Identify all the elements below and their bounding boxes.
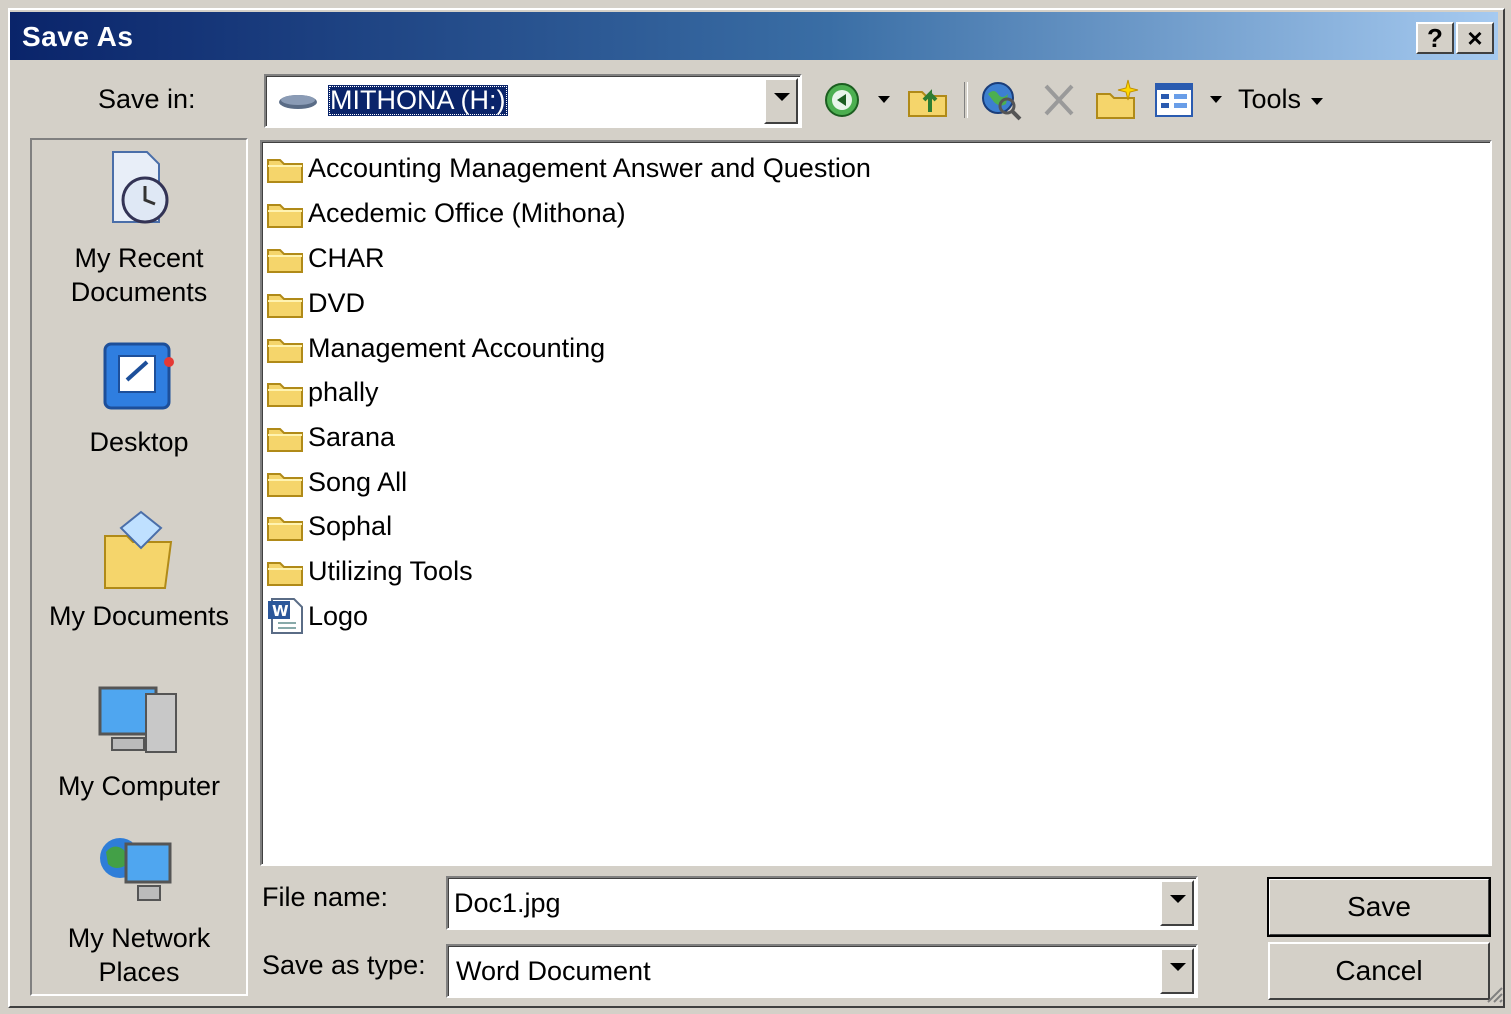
back-dropdown-icon[interactable] (874, 94, 894, 106)
folder-icon (267, 204, 303, 228)
place-my-documents[interactable]: My Documents (32, 508, 246, 633)
place-label: My Computer (57, 771, 221, 801)
resize-grip-icon[interactable] (1484, 984, 1504, 1004)
save-in-dropdown[interactable]: MITHONA (H:) (264, 74, 802, 128)
views-icon[interactable] (1154, 82, 1196, 120)
list-item[interactable]: Song All (266, 462, 407, 502)
list-item[interactable]: Management Accounting (266, 328, 605, 368)
folder-icon (267, 383, 303, 407)
save-as-type-value: Word Document (456, 956, 651, 986)
folder-icon (267, 339, 303, 363)
my-computer-icon (98, 686, 177, 753)
place-label: Desktop (89, 427, 189, 457)
place-desktop[interactable]: Desktop (32, 336, 246, 459)
list-item[interactable]: DVD (266, 283, 365, 323)
my-documents-icon (104, 510, 173, 589)
tools-menu-label: Tools (1238, 84, 1302, 114)
place-my-network-places[interactable]: My Network Places (32, 830, 246, 989)
title-bar[interactable]: Save As ? × (10, 12, 1498, 60)
list-item[interactable]: CHAR (266, 238, 385, 278)
up-folder-icon[interactable] (906, 80, 950, 120)
chevron-down-icon (1311, 98, 1324, 105)
new-folder-icon[interactable] (1094, 78, 1140, 122)
place-label: My Network Places (67, 923, 211, 987)
file-name-dropdown-button[interactable] (1160, 880, 1194, 926)
cancel-button[interactable]: Cancel (1268, 942, 1490, 1000)
toolbar-separator (964, 82, 968, 118)
folder-icon (267, 428, 303, 452)
back-icon[interactable] (824, 82, 864, 118)
desktop-icon (103, 342, 174, 410)
folder-icon (267, 562, 303, 586)
list-item[interactable]: Utilizing Tools (266, 551, 473, 591)
recent-documents-icon (112, 151, 169, 224)
folder-icon (267, 517, 303, 541)
place-my-computer[interactable]: My Computer (32, 680, 246, 803)
views-dropdown-icon[interactable] (1206, 94, 1226, 106)
folder-icon (267, 159, 303, 183)
list-item[interactable]: Sarana (266, 417, 395, 457)
list-item[interactable]: Acedemic Office (Mithona) (266, 193, 626, 233)
search-web-icon[interactable] (980, 80, 1024, 122)
save-button[interactable]: Save (1267, 877, 1491, 937)
tools-menu[interactable]: Tools (1238, 84, 1327, 115)
places-bar: My Recent Documents Desktop My Documents… (30, 138, 248, 996)
folder-icon (267, 473, 303, 497)
folder-icon (267, 294, 303, 318)
drive-icon (279, 95, 317, 109)
list-item[interactable]: phally (266, 372, 379, 412)
file-list[interactable]: Accounting Management Answer and Questio… (260, 140, 1492, 866)
folder-icon (267, 249, 303, 273)
save-in-label: Save in: (98, 84, 196, 114)
save-as-type-dropdown[interactable]: Word Document (446, 944, 1198, 998)
file-name-value: Doc1.jpg (454, 888, 561, 918)
network-places-icon (100, 838, 172, 901)
list-item[interactable]: Accounting Management Answer and Questio… (266, 148, 871, 188)
list-item[interactable]: Sophal (266, 506, 392, 546)
word-document-icon: W (268, 598, 303, 634)
list-item[interactable]: W Logo (266, 596, 368, 636)
window-title: Save As (22, 21, 134, 52)
file-name-label: File name: (262, 882, 389, 912)
place-label: My Documents (48, 601, 230, 631)
place-label: My Recent Documents (70, 243, 208, 307)
place-my-recent-documents[interactable]: My Recent Documents (32, 146, 246, 309)
delete-icon[interactable] (1040, 82, 1078, 118)
save-as-type-label: Save as type: (262, 950, 426, 980)
close-button[interactable]: × (1456, 22, 1494, 54)
save-as-type-dropdown-button[interactable] (1160, 948, 1194, 994)
help-button[interactable]: ? (1416, 22, 1454, 54)
save-in-value: MITHONA (H:) (328, 85, 508, 116)
svg-text:W: W (272, 602, 289, 620)
file-name-input[interactable]: Doc1.jpg (446, 876, 1198, 930)
save-in-dropdown-button[interactable] (764, 78, 798, 124)
